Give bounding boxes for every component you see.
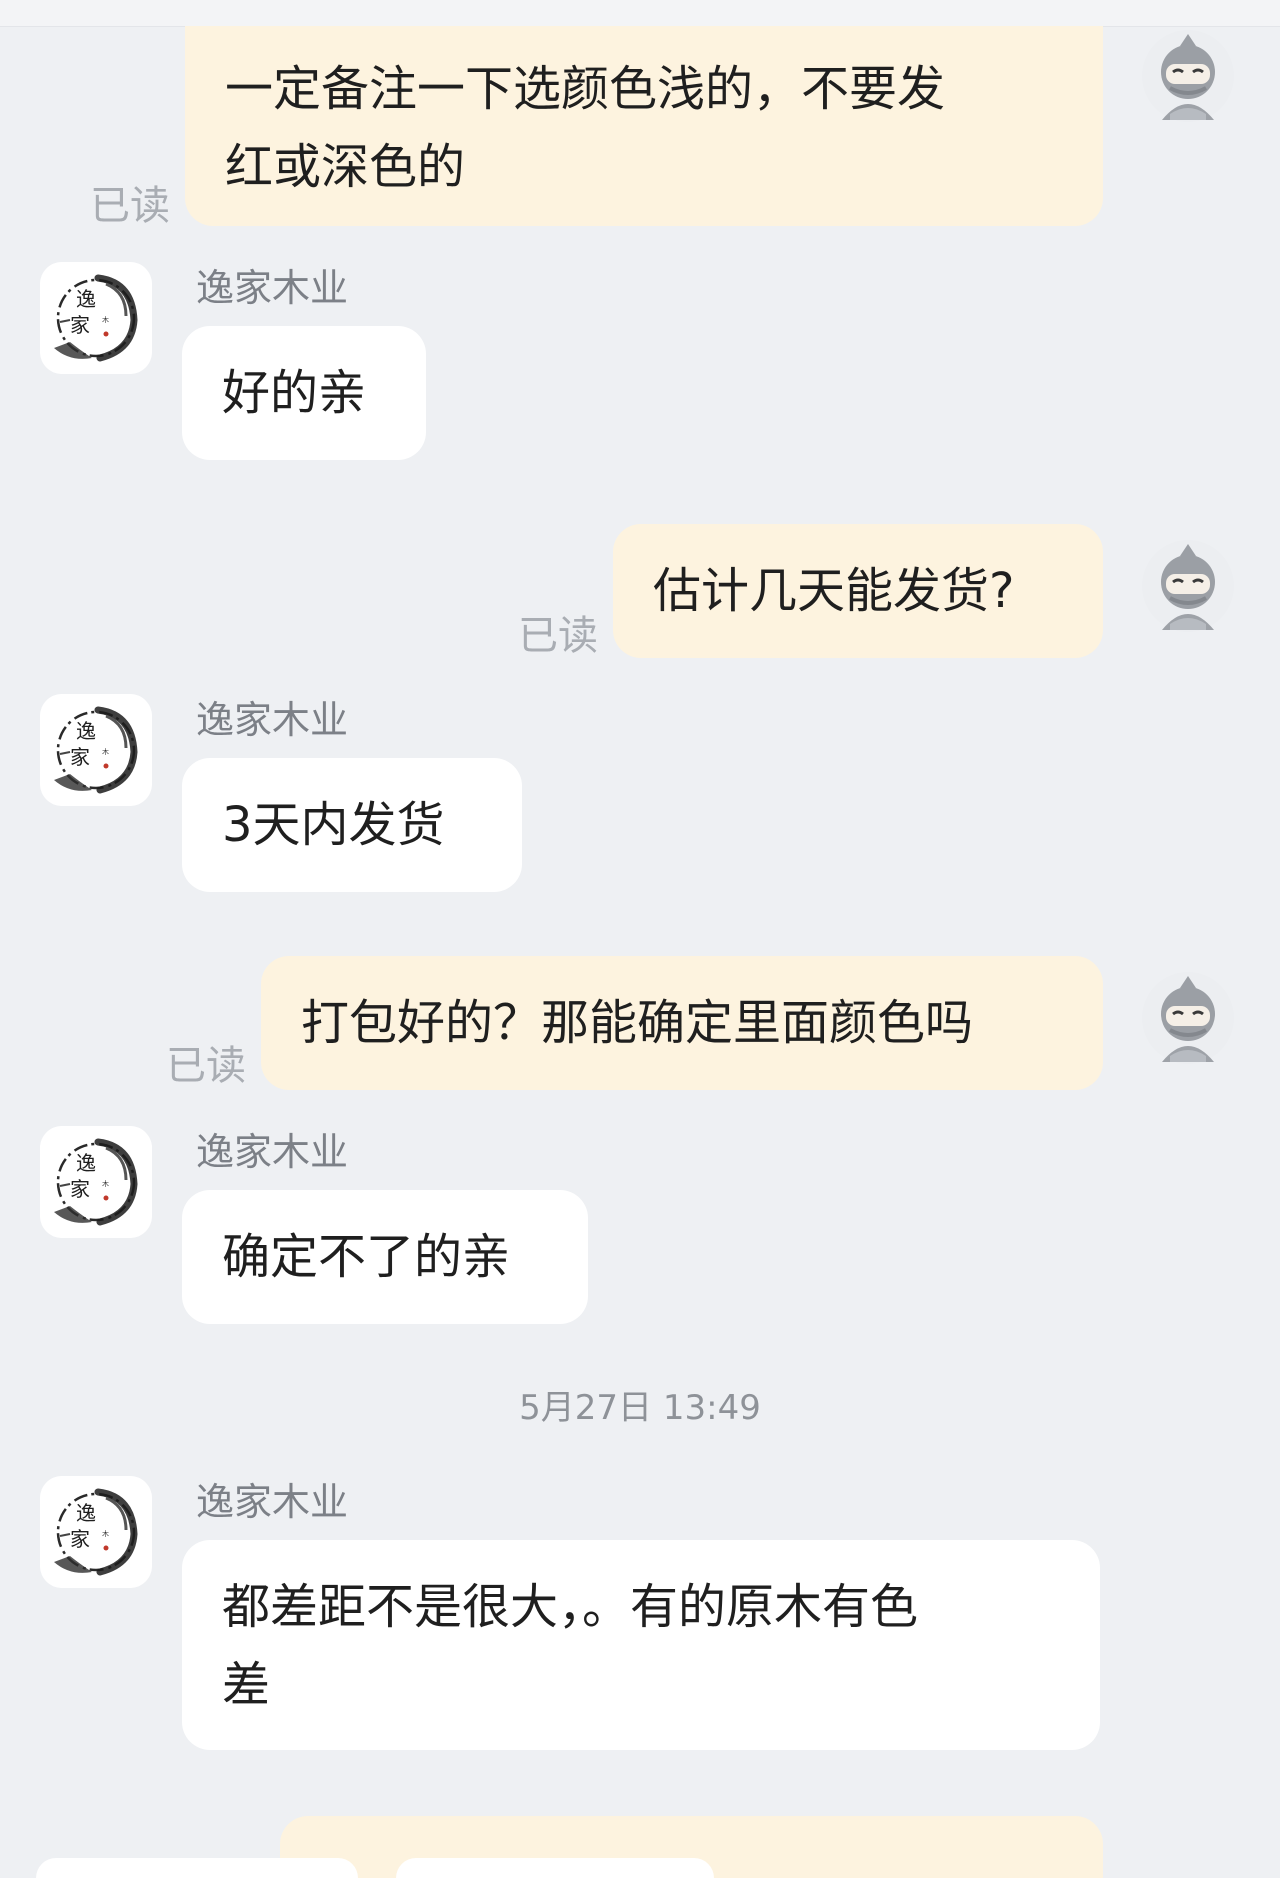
message-bubble-incoming[interactable]: 都差距不是很大，。有的原木有色 差: [182, 1540, 1100, 1750]
read-receipt: 已读: [166, 1043, 246, 1089]
ink-logo-icon[interactable]: [40, 1126, 152, 1238]
message-bubble-outgoing[interactable]: 打包好的？那能确定里面颜色吗: [261, 956, 1103, 1090]
ink-logo-icon[interactable]: [40, 694, 152, 806]
quick-reply-chip[interactable]: [36, 1858, 358, 1878]
sender-name: 逸家木业: [196, 1480, 349, 1524]
chat-screen: 已读 一定备注一下选颜色浅的，不要发 红或深色的 逸家木业 好的亲 已读 估计几…: [0, 0, 1280, 1878]
top-edge: [0, 0, 1280, 27]
sender-name: 逸家木业: [196, 1130, 349, 1174]
message-bubble-outgoing[interactable]: 估计几天能发货?: [613, 524, 1103, 658]
sender-name: 逸家木业: [196, 266, 349, 310]
ninja-avatar-icon[interactable]: [1140, 538, 1236, 634]
sender-name: 逸家木业: [196, 698, 349, 742]
ninja-avatar-icon[interactable]: [1140, 28, 1236, 124]
message-bubble-incoming[interactable]: 好的亲: [182, 326, 426, 460]
message-timestamp: 5月27日 13:49: [519, 1388, 761, 1428]
ninja-avatar-icon[interactable]: [1140, 970, 1236, 1066]
quick-reply-chip[interactable]: [396, 1858, 714, 1878]
read-receipt: 已读: [90, 183, 170, 229]
message-bubble-incoming[interactable]: 3天内发货: [182, 758, 522, 892]
message-bubble-outgoing[interactable]: 一定备注一下选颜色浅的，不要发 红或深色的: [185, 26, 1103, 226]
ink-logo-icon[interactable]: [40, 1476, 152, 1588]
read-receipt: 已读: [518, 613, 598, 659]
message-bubble-incoming[interactable]: 确定不了的亲: [182, 1190, 588, 1324]
ink-logo-icon[interactable]: [40, 262, 152, 374]
